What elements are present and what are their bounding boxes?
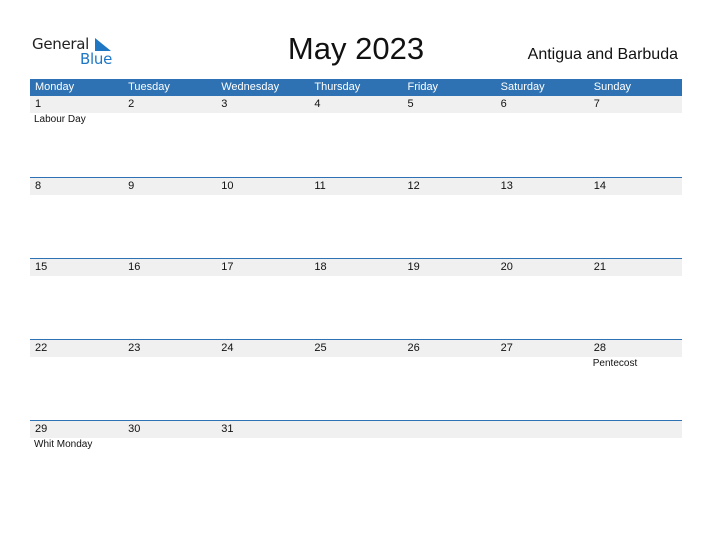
day-number: 10 — [221, 180, 234, 192]
week-row-4: 22 23 24 25 26 27 28 Pentecost — [30, 339, 682, 420]
holiday-label — [589, 113, 682, 126]
day-number: 24 — [221, 342, 234, 354]
day-number: 15 — [35, 261, 48, 273]
holiday-label — [216, 438, 309, 451]
holiday-strip: Labour Day — [30, 113, 682, 126]
day-number: 26 — [407, 342, 420, 354]
day-number: 8 — [35, 180, 42, 192]
day-number: 22 — [35, 342, 48, 354]
holiday-strip: Whit Monday — [30, 438, 682, 451]
day-number — [496, 421, 589, 438]
day-number-strip: 8 9 10 11 12 13 14 — [30, 178, 682, 195]
day-number: 14 — [593, 180, 606, 192]
day-number: 19 — [407, 261, 420, 273]
holiday-label — [30, 357, 123, 370]
day-number: 12 — [407, 180, 420, 192]
day-number: 17 — [221, 261, 234, 273]
day-number: 16 — [128, 261, 141, 273]
week-row-3: 15 16 17 18 19 20 21 — [30, 258, 682, 339]
weekday-sunday: Sunday — [593, 81, 632, 93]
day-number: 18 — [314, 261, 327, 273]
holiday-label — [123, 357, 216, 370]
weekday-thursday: Thursday — [314, 81, 361, 93]
holiday-label: Whit Monday — [34, 439, 93, 450]
day-number-strip: 22 23 24 25 26 27 28 — [30, 340, 682, 357]
weekday-monday: Monday — [35, 81, 75, 93]
holiday-label: Pentecost — [592, 358, 638, 369]
day-number: 23 — [128, 342, 141, 354]
holiday-label — [403, 357, 496, 370]
day-number — [309, 421, 402, 438]
day-number: 13 — [500, 180, 513, 192]
day-number: 11 — [314, 180, 326, 192]
holiday-label — [216, 113, 309, 126]
calendar-grid: Monday Tuesday Wednesday Thursday Friday… — [30, 79, 682, 501]
week-row-2: 8 9 10 11 12 13 14 — [30, 177, 682, 258]
holiday-label — [589, 438, 682, 451]
day-number: 29 — [35, 423, 48, 435]
week-row-1: 1 2 3 4 5 6 7 Labour Day — [30, 96, 682, 177]
holiday-label: Labour Day — [34, 114, 86, 125]
holiday-label — [123, 438, 216, 451]
weekday-tuesday: Tuesday — [128, 81, 170, 93]
holiday-label — [496, 113, 589, 126]
day-number-strip: 29 30 31 — [30, 421, 682, 438]
weekday-wednesday: Wednesday — [221, 81, 280, 93]
day-number: 5 — [407, 98, 414, 110]
day-number: 3 — [221, 98, 228, 110]
day-number: 9 — [128, 180, 135, 192]
day-number — [403, 421, 496, 438]
holiday-label — [309, 438, 402, 451]
weekday-friday: Friday — [407, 81, 439, 93]
day-number: 20 — [500, 261, 513, 273]
holiday-label — [309, 113, 402, 126]
day-number: 2 — [128, 98, 135, 110]
day-number: 31 — [221, 423, 234, 435]
holiday-label — [496, 438, 589, 451]
holiday-label — [309, 357, 402, 370]
day-number-strip: 15 16 17 18 19 20 21 — [30, 259, 682, 276]
day-number: 25 — [314, 342, 327, 354]
day-number: 1 — [35, 98, 42, 110]
holiday-label — [216, 357, 309, 370]
day-number: 28 — [593, 342, 606, 354]
day-number: 30 — [128, 423, 141, 435]
day-number: 27 — [500, 342, 513, 354]
day-number: 21 — [593, 261, 606, 273]
holiday-label — [123, 113, 216, 126]
weekday-saturday: Saturday — [500, 81, 545, 93]
day-number: 6 — [500, 98, 507, 110]
weekday-header: Monday Tuesday Wednesday Thursday Friday… — [30, 79, 682, 96]
holiday-label — [496, 357, 589, 370]
country-name: Antigua and Barbuda — [527, 46, 678, 63]
day-number-strip: 1 2 3 4 5 6 7 — [30, 96, 682, 113]
day-number: 7 — [593, 98, 600, 110]
holiday-strip: Pentecost — [30, 357, 682, 370]
holiday-label — [403, 438, 496, 451]
week-row-5: 29 30 31 Whit Monday — [30, 420, 682, 501]
day-number — [589, 421, 682, 438]
day-number: 4 — [314, 98, 321, 110]
holiday-label — [403, 113, 496, 126]
